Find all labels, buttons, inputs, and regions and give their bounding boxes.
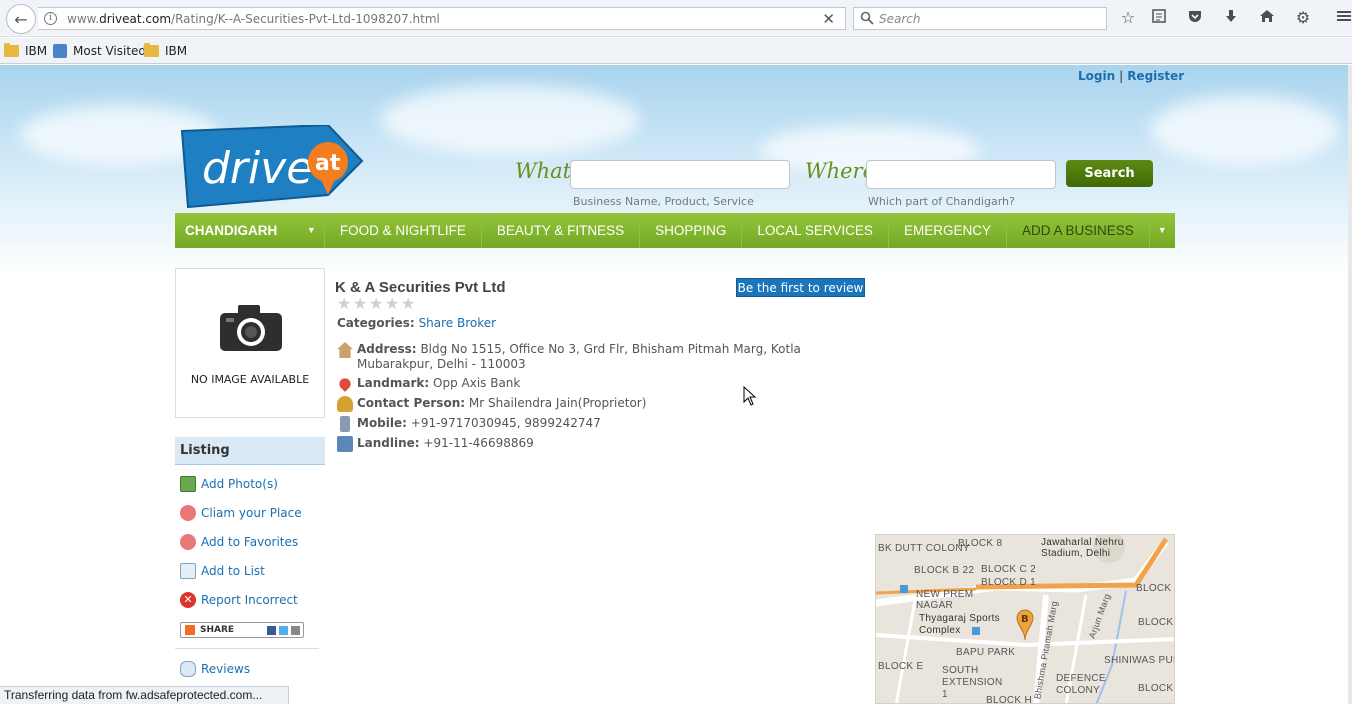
addthis-plus-icon: [185, 625, 195, 635]
share-button[interactable]: SHARE: [180, 622, 304, 638]
status-bar: Transferring data from fw.adsafeprotecte…: [0, 686, 289, 704]
location-map[interactable]: BK DUTT COLONY BLOCK 8 Jawaharlal Nehru …: [875, 534, 1175, 704]
contact-row: Contact Person: Mr Shailendra Jain(Propr…: [337, 396, 646, 412]
claim-place-link[interactable]: Cliam your Place: [180, 505, 302, 521]
bookmark-ibm-1[interactable]: IBM: [4, 43, 47, 59]
dropdown-arrow-icon: ▼: [1157, 225, 1167, 235]
error-icon: ✕: [180, 592, 196, 608]
page-content: Login | Register drive at What Business Na…: [0, 65, 1348, 704]
menu-food-nightlife[interactable]: FOOD & NIGHTLIFE: [325, 213, 482, 248]
close-icon[interactable]: ✕: [822, 10, 835, 28]
rating-stars[interactable]: ★ ★ ★ ★ ★: [337, 296, 415, 312]
email-icon: [291, 625, 301, 635]
listing-title: Listing: [175, 437, 325, 465]
menu-add-business[interactable]: ADD A BUSINESS: [1007, 213, 1150, 248]
home-icon[interactable]: [1257, 8, 1277, 28]
most-visited-icon: [53, 44, 67, 58]
camera-icon: [220, 305, 282, 351]
browser-search-input[interactable]: Search: [853, 7, 1107, 30]
landmark-row: Landmark: Opp Axis Bank: [337, 376, 520, 392]
star-icon[interactable]: ★: [401, 296, 415, 312]
list-icon: [180, 563, 196, 579]
address-bar[interactable]: i www.driveat.com/Rating/K--A-Securities…: [38, 7, 846, 30]
logo-text: drive: [202, 143, 313, 194]
sidebar-divider: [175, 648, 319, 649]
telephone-icon: [337, 436, 353, 452]
map-marker-icon[interactable]: B: [1016, 609, 1034, 641]
star-icon[interactable]: ★: [369, 296, 383, 312]
mouse-cursor-icon: [743, 386, 757, 406]
star-icon[interactable]: ★: [385, 296, 399, 312]
register-link[interactable]: Register: [1127, 69, 1184, 83]
search-placeholder: Search: [879, 12, 921, 26]
menu-local-services[interactable]: LOCAL SERVICES: [742, 213, 889, 248]
login-link[interactable]: Login: [1078, 69, 1115, 83]
bookmark-star-icon[interactable]: ☆: [1118, 8, 1138, 28]
twitter-icon: [279, 625, 289, 635]
back-arrow-icon: ←: [14, 9, 28, 29]
home-icon: [337, 342, 353, 358]
what-hint: Business Name, Product, Service: [573, 195, 754, 208]
folder-icon: [4, 43, 19, 57]
business-photo-placeholder: NO IMAGE AVAILABLE: [175, 268, 325, 418]
mobile-phone-icon: [340, 416, 350, 432]
facebook-icon: [267, 625, 277, 635]
auth-links: Login | Register: [1078, 69, 1185, 83]
report-incorrect-link[interactable]: ✕ Report Incorrect: [180, 592, 298, 608]
pocket-icon[interactable]: [1185, 8, 1205, 28]
driveat-logo[interactable]: drive at: [178, 123, 364, 209]
add-photos-link[interactable]: Add Photo(s): [180, 476, 278, 492]
address-row: Address: Bldg No 1515, Office No 3, Grd …: [337, 342, 867, 372]
search-icon: [860, 11, 874, 25]
menu-icon[interactable]: [1334, 8, 1352, 28]
where-label: Where: [805, 159, 876, 183]
heart-icon: [180, 534, 196, 550]
no-image-text: NO IMAGE AVAILABLE: [190, 373, 310, 386]
gear-icon[interactable]: ⚙: [1293, 8, 1313, 28]
person-icon: [337, 396, 353, 412]
logo-badge: at: [315, 151, 341, 176]
svg-text:B: B: [1021, 614, 1029, 625]
info-icon[interactable]: i: [44, 12, 57, 25]
menu-beauty-fitness[interactable]: BEAUTY & FITNESS: [482, 213, 641, 248]
bookmark-ibm-2[interactable]: IBM: [144, 43, 187, 59]
where-input[interactable]: [866, 160, 1056, 189]
add-to-list-link[interactable]: Add to List: [180, 563, 265, 579]
add-to-favorites-link[interactable]: Add to Favorites: [180, 534, 298, 550]
main-menu: CHANDIGARH ▼ FOOD & NIGHTLIFE BEAUTY & FI…: [175, 213, 1175, 248]
categories: Categories: Share Broker: [337, 316, 497, 330]
page-scrollbar[interactable]: [1348, 65, 1352, 704]
map-pin-icon: [337, 376, 353, 392]
download-icon[interactable]: [1221, 8, 1241, 28]
add-photo-icon: [180, 476, 196, 492]
bookmarks-bar: IBM Most Visited IBM: [0, 38, 1352, 64]
what-input[interactable]: [570, 160, 790, 189]
reading-list-icon[interactable]: [1149, 8, 1169, 28]
heart-icon: [180, 505, 196, 521]
star-icon[interactable]: ★: [337, 296, 351, 312]
folder-icon: [144, 43, 159, 57]
url-text[interactable]: www.driveat.com/Rating/K--A-Securities-P…: [67, 12, 440, 26]
star-icon[interactable]: ★: [353, 296, 367, 312]
what-label: What: [515, 159, 572, 183]
menu-shopping[interactable]: SHOPPING: [640, 213, 743, 248]
back-button[interactable]: ←: [6, 4, 36, 34]
landline-row: Landline: +91-11-46698869: [337, 436, 534, 452]
address-text: Bldg No 1515, Office No 3, Grd Flr, Bhis…: [357, 342, 801, 371]
menu-more-dropdown[interactable]: ▼: [1150, 213, 1175, 248]
browser-toolbar: ← i www.driveat.com/Rating/K--A-Securiti…: [0, 0, 1352, 37]
category-link[interactable]: Share Broker: [419, 316, 497, 330]
reviews-icon: [180, 661, 196, 677]
search-button[interactable]: Search: [1066, 160, 1153, 187]
first-review-button[interactable]: Be the first to review: [736, 278, 865, 297]
mobile-row: Mobile: +91-9717030945, 9899242747: [337, 416, 601, 432]
menu-emergency[interactable]: EMERGENCY: [889, 213, 1007, 248]
where-hint: Which part of Chandigarh?: [868, 195, 1015, 208]
bookmark-most-visited[interactable]: Most Visited: [53, 43, 146, 59]
reviews-link[interactable]: Reviews: [180, 661, 250, 677]
dropdown-arrow-icon: ▼: [306, 225, 316, 235]
menu-city-chandigarh[interactable]: CHANDIGARH ▼: [175, 213, 325, 248]
